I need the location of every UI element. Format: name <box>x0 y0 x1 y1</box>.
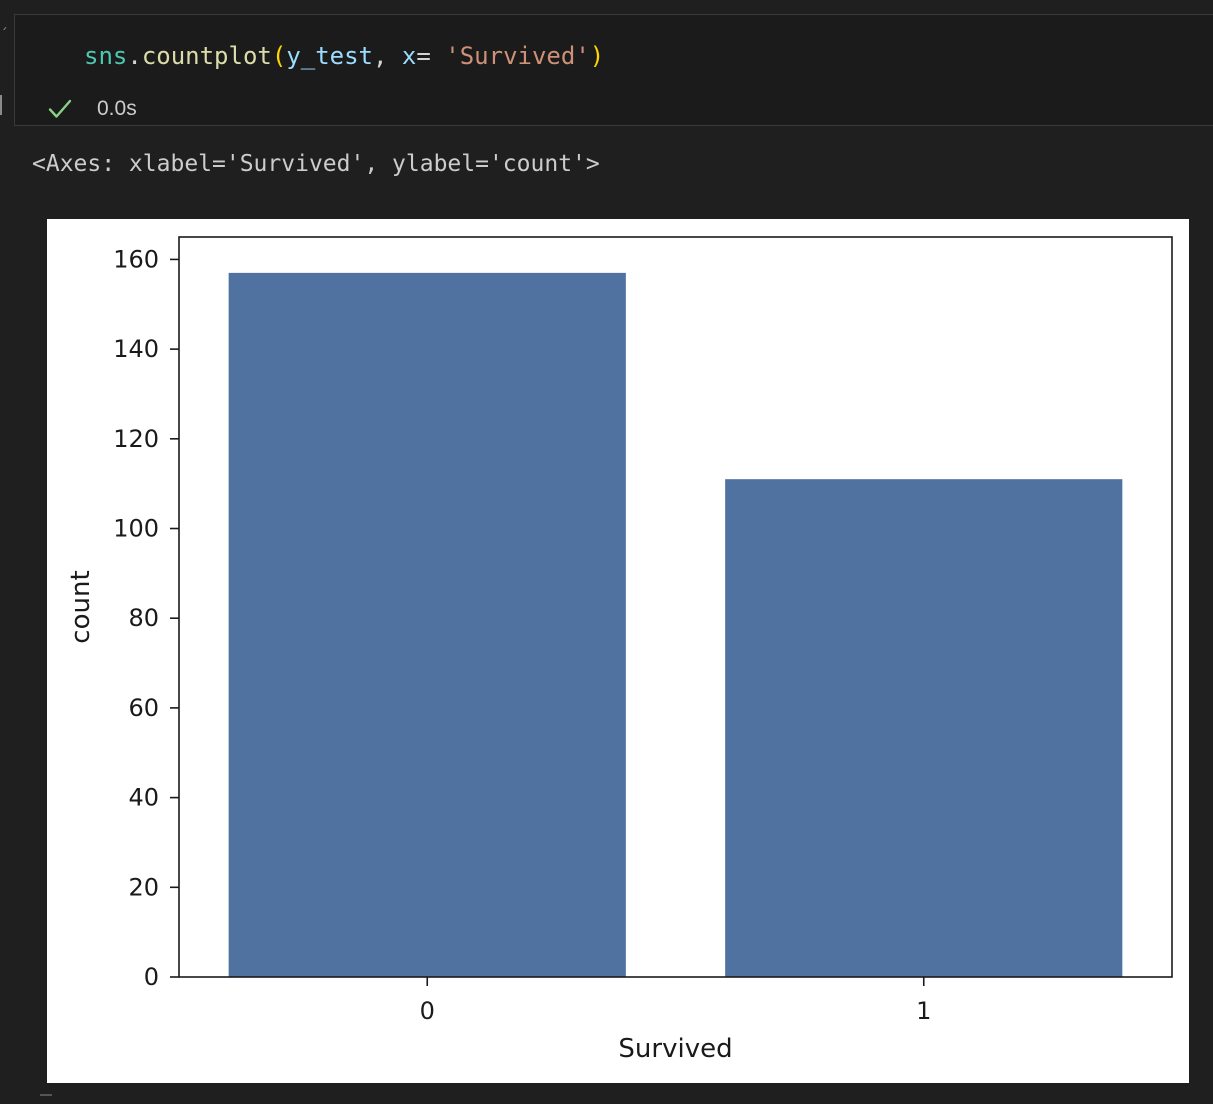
bar-0 <box>228 272 626 977</box>
code-token: , <box>373 42 402 70</box>
gutter-bottom-mark <box>40 1094 52 1099</box>
x-tick-label: 0 <box>420 997 435 1025</box>
y-tick-label: 0 <box>144 963 159 991</box>
y-tick-label: 60 <box>128 694 159 722</box>
x-axis-label: Survived <box>618 1034 732 1064</box>
code-token: x <box>401 42 417 70</box>
bar-chart: 0 20 40 60 80 100 120 140 160 0 1 Survived count <box>66 236 1173 1064</box>
bar-1 <box>725 479 1123 977</box>
code-token: countplot <box>141 42 272 70</box>
y-tick-label: 20 <box>128 873 159 901</box>
code-token: y_test <box>286 42 374 70</box>
y-tick-label: 160 <box>113 245 159 273</box>
code-token: ) <box>589 42 605 70</box>
y-tick-label: 40 <box>128 784 159 812</box>
cell-output-text: <Axes: xlabel='Survived', ylabel='count'… <box>32 151 600 177</box>
code-cell[interactable]: sns.countplot(y_test, x= 'Survived') 0.0… <box>14 14 1213 126</box>
code-token: = <box>416 42 446 70</box>
y-tick-label: 120 <box>113 425 159 453</box>
execution-time: 0.0s <box>97 97 137 120</box>
code-token: sns <box>84 42 128 70</box>
code-line[interactable]: sns.countplot(y_test, x= 'Survived') <box>84 37 604 75</box>
checkmark-icon <box>48 99 72 118</box>
execution-status: 0.0s <box>47 93 137 125</box>
plot-output: 0 20 40 60 80 100 120 140 160 0 1 Survived count <box>47 219 1189 1083</box>
y-axis-label: count <box>66 570 96 643</box>
y-tick-label: 140 <box>113 335 159 363</box>
code-token: 'Survived' <box>445 42 590 70</box>
code-token: . <box>127 42 142 70</box>
gutter-execution-bar <box>0 95 2 115</box>
code-token: ( <box>271 42 287 70</box>
y-tick-label: 80 <box>128 604 159 632</box>
y-tick-label: 100 <box>113 515 159 543</box>
gutter-collapse-mark: ´ <box>0 27 9 43</box>
x-tick-label: 1 <box>916 997 931 1025</box>
